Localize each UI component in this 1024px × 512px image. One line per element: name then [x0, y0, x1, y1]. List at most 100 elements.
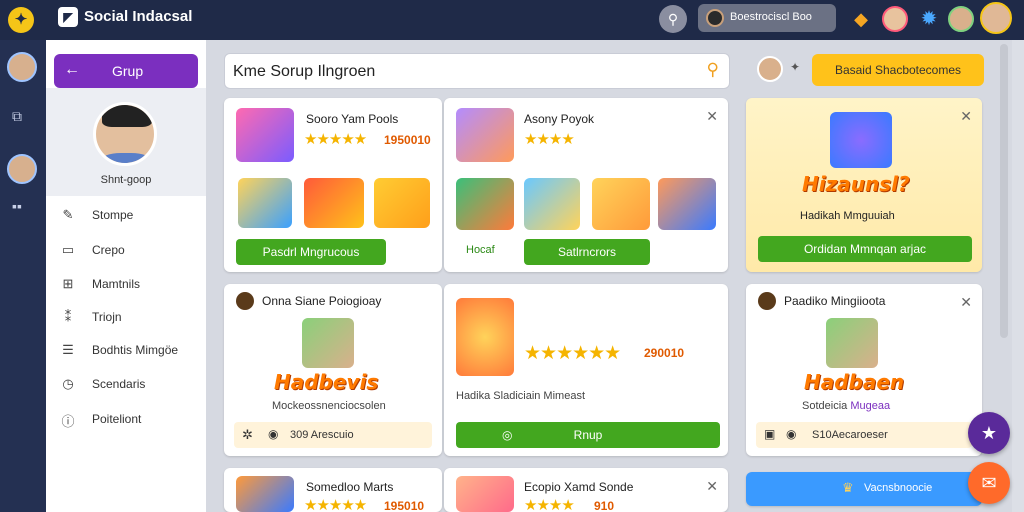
footer-text: S10Aecaroeser [812, 429, 888, 441]
profile-avatar[interactable] [980, 2, 1012, 34]
top-bar: ✦ ◤ Social Indacsal ⚲ Boestrociscl Boo ◆… [0, 0, 1024, 40]
close-icon[interactable]: ✕ [706, 108, 718, 125]
game-card[interactable]: Sooro Yam Pools ★★★★★ 1950010 Pasdrl Mng… [224, 98, 442, 272]
search-icon[interactable]: ⚲ [707, 60, 719, 80]
score: 195010 [384, 499, 425, 512]
badge-icon: ▣ [764, 427, 776, 441]
profile-panel: Shnt-goop [46, 88, 206, 196]
gear-icon: ✲ [242, 427, 253, 442]
play-button[interactable]: ◎ Rnup [456, 422, 720, 448]
game-thumbnail [658, 178, 716, 230]
game-card[interactable]: ✕ Asony Poyok ★★★★ Hocaf Satlrncrors [444, 98, 728, 272]
game-thumbnail [374, 178, 430, 228]
card-icon: ▭ [61, 242, 75, 257]
avatar[interactable] [7, 52, 37, 82]
score: 1950010 [384, 133, 431, 147]
footer-text: 309 Arescuio [290, 429, 354, 441]
sidebar-item-bodhtis[interactable]: ☰ Bodhtis Mimgöe [46, 335, 206, 365]
promo-bar[interactable]: ♛ Vacnsbnoocie [746, 472, 982, 506]
sparkle-icon: ✦ [790, 60, 801, 74]
sidebar-item-label: Mamtnils [92, 277, 141, 291]
search-input[interactable] [233, 61, 693, 83]
profile-card[interactable]: ✕ Paadiko Mingiioota Hadbaen Sotdeicia M… [746, 284, 982, 456]
sidebar: ← Grup Shnt-goop ✎ Stompe ▭ Crepo ⊞ Mamt… [46, 40, 206, 512]
scrollbar[interactable] [1000, 44, 1008, 338]
rating-stars-icon: ★★★★ [524, 497, 575, 512]
favorite-button[interactable]: ★ [968, 412, 1010, 454]
sidebar-item-poiteliont[interactable]: ⓘ Poiteliont [46, 404, 206, 434]
profile-handle: Shnt-goop [100, 174, 152, 186]
sidebar-item-stompe[interactable]: ✎ Stompe [46, 200, 206, 230]
sidebar-item-label: Scendaris [92, 377, 146, 391]
gear-icon[interactable]: ✹ [916, 6, 942, 32]
group-button-label: Grup [112, 63, 144, 79]
back-group-button[interactable]: ← Grup [54, 54, 198, 88]
sidebar-item-scendaris[interactable]: ◷ Scendaris [46, 369, 206, 399]
compass-logo-icon[interactable]: ✦ [8, 7, 34, 33]
avatar[interactable] [948, 6, 974, 32]
search-icon[interactable]: ⚲ [659, 5, 687, 33]
avatar [758, 292, 776, 310]
sidebar-item-crepo[interactable]: ▭ Crepo [46, 235, 206, 265]
rating-stars-icon: ★★★★★★ [524, 343, 621, 364]
compose-icon[interactable]: ⧉ [12, 108, 22, 125]
play-button[interactable]: Satlrncrors [524, 239, 650, 265]
cheer-title: Hadbaen [804, 370, 905, 394]
score: 910 [594, 499, 615, 512]
game-card[interactable]: Somedloo Marts ★★★★★ 195010 [224, 468, 442, 512]
sidebar-item-mamtnils[interactable]: ⊞ Mamtnils [46, 269, 206, 299]
game-thumbnail [456, 108, 514, 162]
card-title: Onna Siane Poiogioay [262, 294, 382, 308]
card-subtitle: Mockeossnenciocsolen [272, 400, 386, 412]
cheer-title: Hadbevis [274, 370, 379, 394]
game-thumbnail [238, 178, 292, 228]
score: 290010 [644, 346, 685, 360]
promo-label: Vacnsbnoocie [864, 482, 933, 494]
avatar[interactable] [882, 6, 908, 32]
tag-icon[interactable]: ◆ [848, 6, 874, 32]
avatar[interactable] [7, 154, 37, 184]
trophy-icon: ♛ [842, 480, 854, 495]
sidebar-item-triojn[interactable]: ⁑ Triojn [46, 302, 206, 332]
left-rail: ⧉ ▪▪ [0, 40, 46, 512]
info-icon: ⓘ [61, 414, 75, 429]
button-label: Rnup [573, 428, 603, 442]
sidebar-item-label: Triojn [92, 310, 122, 324]
close-icon[interactable]: ✕ [960, 108, 972, 125]
coin-icon: ◉ [268, 427, 279, 441]
user-pill-text: Boestrociscl Boo [730, 11, 812, 23]
mascot-image [456, 298, 514, 376]
user-pill[interactable]: Boestrociscl Boo [698, 4, 836, 32]
profile-card[interactable]: Onna Siane Poiogioay Hadbevis Mockeossne… [224, 284, 442, 456]
card-subtitle: Sotdeicia Mugeaa [802, 400, 890, 412]
card-title: Asony Poyok [524, 112, 595, 126]
play-button[interactable]: Pasdrl Mngrucous [236, 239, 386, 265]
stage-label: Hocaf [466, 244, 495, 256]
mascot-image [830, 112, 892, 168]
people-icon[interactable]: ▪▪ [12, 198, 22, 214]
profile-photo [302, 318, 354, 368]
game-thumbnail [592, 178, 650, 230]
game-card[interactable]: ✕ Ecopio Xamd Sonde ★★★★ 910 [444, 468, 728, 512]
card-title: Ecopio Xamd Sonde [524, 480, 634, 494]
sidebar-item-label: Bodhtis Mimgöe [92, 343, 179, 357]
chat-button[interactable]: ✉ [968, 462, 1010, 504]
featured-card[interactable]: ✕ Hizaunsl? Hadikah Mmguuiah Ordidan Mmn… [746, 98, 982, 272]
avatar [236, 292, 254, 310]
avatar[interactable] [757, 56, 783, 82]
card-title: Sooro Yam Pools [306, 112, 399, 126]
card-subtitle: Hadika Sladiciain Mimeast [456, 390, 585, 402]
game-thumbnail [236, 108, 294, 162]
card-title: Somedloo Marts [306, 480, 394, 494]
close-icon[interactable]: ✕ [960, 294, 972, 311]
close-icon[interactable]: ✕ [706, 478, 718, 495]
avatar[interactable] [93, 102, 157, 166]
game-thumbnail [304, 178, 364, 228]
list-icon: ☰ [62, 342, 74, 357]
game-card[interactable]: ★★★★★★ 290010 Hadika Sladiciain Mimeast … [444, 284, 728, 456]
play-button[interactable]: Ordidan Mmnqan arjac [758, 236, 972, 262]
cta-button[interactable]: Basaid Shacbotecomes [812, 54, 984, 86]
clock-icon: ◷ [62, 376, 74, 391]
game-thumbnail [456, 476, 514, 512]
pencil-icon: ✎ [62, 207, 74, 222]
